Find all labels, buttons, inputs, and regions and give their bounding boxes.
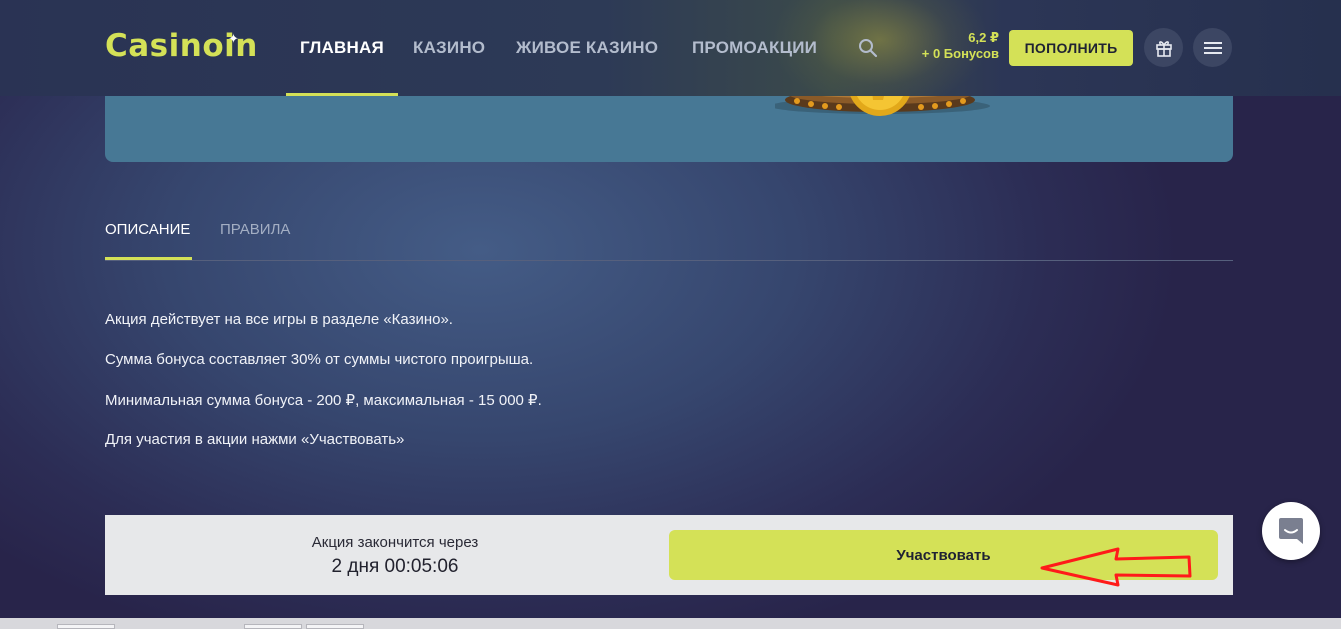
promo-banner	[105, 96, 1233, 162]
menu-button[interactable]	[1193, 28, 1232, 67]
balance-display: 6,2 ₽ + 0 Бонусов	[922, 30, 999, 62]
balance-amount: 6,2 ₽	[968, 30, 999, 45]
nav-item-main[interactable]: ГЛАВНАЯ	[300, 38, 384, 58]
countdown-value: 2 дня 00:05:06	[331, 556, 459, 577]
tab-description[interactable]: ОПИСАНИЕ	[105, 221, 190, 238]
tab-divider	[105, 260, 1233, 261]
taskbar-item[interactable]	[57, 624, 115, 629]
chat-icon	[1279, 518, 1303, 544]
gift-icon	[1155, 40, 1172, 57]
description-line: Сумма бонуса составляет 30% от суммы чис…	[105, 351, 534, 368]
search-icon[interactable]	[857, 37, 879, 59]
countdown-label: Акция закончится через	[311, 534, 479, 551]
menu-icon	[1203, 41, 1222, 54]
description-line: Акция действует на все игры в разделе «К…	[105, 311, 453, 328]
gift-button[interactable]	[1144, 28, 1183, 67]
logo-star-icon: ✦	[228, 32, 240, 47]
taskbar-strip	[0, 618, 1341, 629]
topup-button[interactable]: ПОПОЛНИТЬ	[1009, 30, 1133, 66]
taskbar-item[interactable]	[306, 624, 364, 629]
casino-logo[interactable]: Casinoin ✦	[105, 28, 258, 64]
chat-button[interactable]	[1262, 502, 1320, 560]
coin-pot-illustration	[775, 96, 990, 116]
bonus-amount: + 0 Бонусов	[921, 46, 999, 61]
top-navigation-bar: Casinoin ✦ ГЛАВНАЯ КАЗИНО ЖИВОЕ КАЗИНО П…	[0, 0, 1341, 110]
description-line: Для участия в акции нажми «Участвовать»	[105, 431, 405, 448]
tab-rules[interactable]: ПРАВИЛА	[220, 221, 290, 238]
red-arrow-annotation	[1040, 547, 1192, 587]
nav-item-casino[interactable]: КАЗИНО	[413, 38, 485, 58]
description-line: Минимальная сумма бонуса - 200 ₽, максим…	[105, 392, 542, 409]
nav-item-live-casino[interactable]: ЖИВОЕ КАЗИНО	[516, 38, 658, 58]
nav-item-promotions[interactable]: ПРОМОАКЦИИ	[692, 38, 817, 58]
taskbar-item[interactable]	[244, 624, 302, 629]
